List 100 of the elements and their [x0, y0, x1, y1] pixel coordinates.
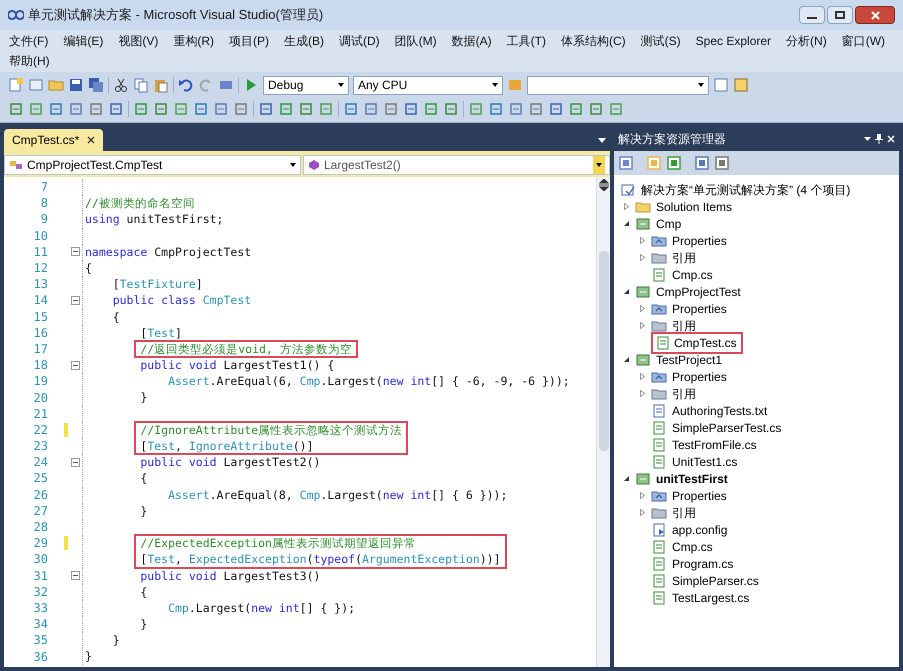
tree-item[interactable]: UnitTest1.cs: [670, 452, 740, 470]
dropdown-arrow-icon[interactable]: [864, 137, 871, 141]
toolbar-tool-icon[interactable]: [278, 101, 294, 117]
new-project-icon[interactable]: [8, 77, 24, 93]
toolbar-tool-icon[interactable]: [568, 101, 584, 117]
close-icon[interactable]: [87, 136, 96, 144]
collapsed-arrow-icon[interactable]: [640, 322, 644, 329]
tree-item[interactable]: Properties: [670, 232, 729, 250]
toolbar-tool-icon[interactable]: [8, 101, 24, 117]
toolbar-tool-icon[interactable]: [108, 101, 124, 117]
tree-item[interactable]: unitTestFirst: [654, 470, 730, 488]
cut-icon[interactable]: [113, 77, 129, 93]
toolbar-tool-icon[interactable]: [488, 101, 504, 117]
tree-item[interactable]: Solution Items: [654, 198, 734, 216]
collapse-icon[interactable]: [70, 296, 80, 305]
menu-item[interactable]: 工具(T): [506, 32, 547, 50]
menu-item[interactable]: 编辑(E): [62, 32, 104, 50]
tree-item[interactable]: Cmp: [654, 214, 684, 232]
tree-item[interactable]: TestLargest.cs: [670, 588, 752, 606]
tree-item[interactable]: TestProject1: [654, 350, 724, 368]
expanded-arrow-icon[interactable]: [624, 357, 628, 362]
menu-item[interactable]: 文件(F): [8, 32, 50, 50]
toolbar-tool-icon[interactable]: [318, 101, 334, 117]
copy-icon[interactable]: [133, 77, 149, 93]
toolbar-tool-icon[interactable]: [173, 101, 189, 117]
menu-item[interactable]: 团队(M): [394, 32, 438, 50]
tree-item[interactable]: SimpleParserTest.cs: [670, 418, 784, 436]
toolbar-tool-icon[interactable]: [468, 101, 484, 117]
toolbar-tool-icon[interactable]: [48, 101, 64, 117]
collapsed-arrow-icon[interactable]: [640, 373, 644, 380]
toolbar-tool-icon[interactable]: [403, 101, 419, 117]
menu-item[interactable]: 视图(V): [117, 32, 160, 50]
tree-item[interactable]: TestFromFile.cs: [670, 436, 759, 454]
collapsed-arrow-icon[interactable]: [640, 390, 644, 397]
close-button[interactable]: [855, 6, 895, 24]
menu-item[interactable]: 分析(N): [785, 32, 828, 50]
undo-icon[interactable]: [178, 77, 194, 93]
menu-item[interactable]: Spec Explorer: [694, 32, 772, 50]
tree-item[interactable]: 引用: [670, 248, 698, 266]
tree-item[interactable]: Cmp.cs: [670, 538, 715, 556]
toolbar-tool-icon[interactable]: [383, 101, 399, 117]
menu-item[interactable]: 窗口(W): [840, 32, 886, 50]
collapsed-arrow-icon[interactable]: [640, 237, 644, 244]
menu-item[interactable]: 重构(R): [172, 32, 215, 50]
maximize-button[interactable]: [827, 6, 853, 24]
dropdown-field[interactable]: [527, 76, 709, 94]
expanded-arrow-icon[interactable]: [624, 221, 628, 226]
save-icon[interactable]: [68, 77, 84, 93]
collapse-icon[interactable]: [70, 571, 80, 580]
type-dropdown[interactable]: CmpProjectTest.CmpTest: [4, 155, 301, 175]
tree-item[interactable]: 引用: [670, 316, 698, 334]
collapse-icon[interactable]: [70, 360, 80, 370]
tree-item[interactable]: 引用: [670, 384, 698, 402]
member-dropdown[interactable]: LargestTest2(): [303, 155, 610, 175]
toolbar-tool-icon[interactable]: [213, 101, 229, 117]
dropdown-arrow-icon[interactable]: [598, 138, 606, 143]
explorer-tool-icon[interactable]: [694, 155, 710, 171]
minimize-button[interactable]: [799, 6, 825, 24]
tree-item[interactable]: CmpTest.cs: [651, 332, 743, 354]
tree-item[interactable]: 引用: [670, 504, 698, 522]
toolbar-tool-icon[interactable]: [343, 101, 359, 117]
toolbar-tool-icon[interactable]: [548, 101, 564, 117]
tree-item[interactable]: SimpleParser.cs: [670, 572, 761, 590]
dropdown-field[interactable]: Any CPU: [353, 76, 503, 94]
tree-item[interactable]: app.config: [670, 520, 730, 538]
editor-tab[interactable]: CmpTest.cs*: [4, 129, 104, 151]
explorer-tool-icon[interactable]: [666, 155, 682, 171]
collapsed-arrow-icon[interactable]: [640, 509, 644, 516]
toolbar-tool-icon[interactable]: [528, 101, 544, 117]
menu-item[interactable]: 体系结构(C): [560, 32, 627, 50]
paste-icon[interactable]: [153, 77, 169, 93]
toolbar-tool-icon[interactable]: [193, 101, 209, 117]
menu-item[interactable]: 帮助(H): [8, 52, 51, 70]
tree-item[interactable]: Properties: [670, 300, 729, 318]
toolbar-tool-icon[interactable]: [508, 101, 524, 117]
menu-item[interactable]: 生成(B): [283, 32, 325, 50]
tree-item[interactable]: Properties: [670, 486, 729, 504]
save-all-icon[interactable]: [88, 77, 104, 93]
toolbar-tool-icon[interactable]: [363, 101, 379, 117]
dropdown-field[interactable]: Debug: [263, 76, 349, 94]
explorer-tool-icon[interactable]: [714, 155, 730, 171]
tree-item[interactable]: AuthoringTests.txt: [670, 402, 770, 420]
menu-item[interactable]: 项目(P): [228, 32, 270, 50]
tree-item[interactable]: Program.cs: [670, 554, 736, 572]
toolbar-tool-icon[interactable]: [588, 101, 604, 117]
toolbar-tool-icon[interactable]: [68, 101, 84, 117]
expanded-arrow-icon[interactable]: [624, 289, 628, 294]
toolbar-tool-icon[interactable]: [608, 101, 624, 117]
menu-item[interactable]: 调试(D): [338, 32, 381, 50]
toolbar-tool-icon[interactable]: [258, 101, 274, 117]
tree-item[interactable]: Cmp.cs: [670, 266, 715, 284]
tree-item[interactable]: CmpProjectTest: [654, 282, 743, 300]
toolbar-tool-icon[interactable]: [233, 101, 249, 117]
pin-icon[interactable]: [875, 134, 883, 144]
collapsed-arrow-icon[interactable]: [640, 254, 644, 261]
tree-item[interactable]: Properties: [670, 368, 729, 386]
explorer-tool-icon[interactable]: [618, 155, 634, 171]
explorer-tool-icon[interactable]: [646, 155, 662, 171]
collapsed-arrow-icon[interactable]: [624, 203, 628, 210]
toolbar-tool-icon[interactable]: [133, 101, 149, 117]
